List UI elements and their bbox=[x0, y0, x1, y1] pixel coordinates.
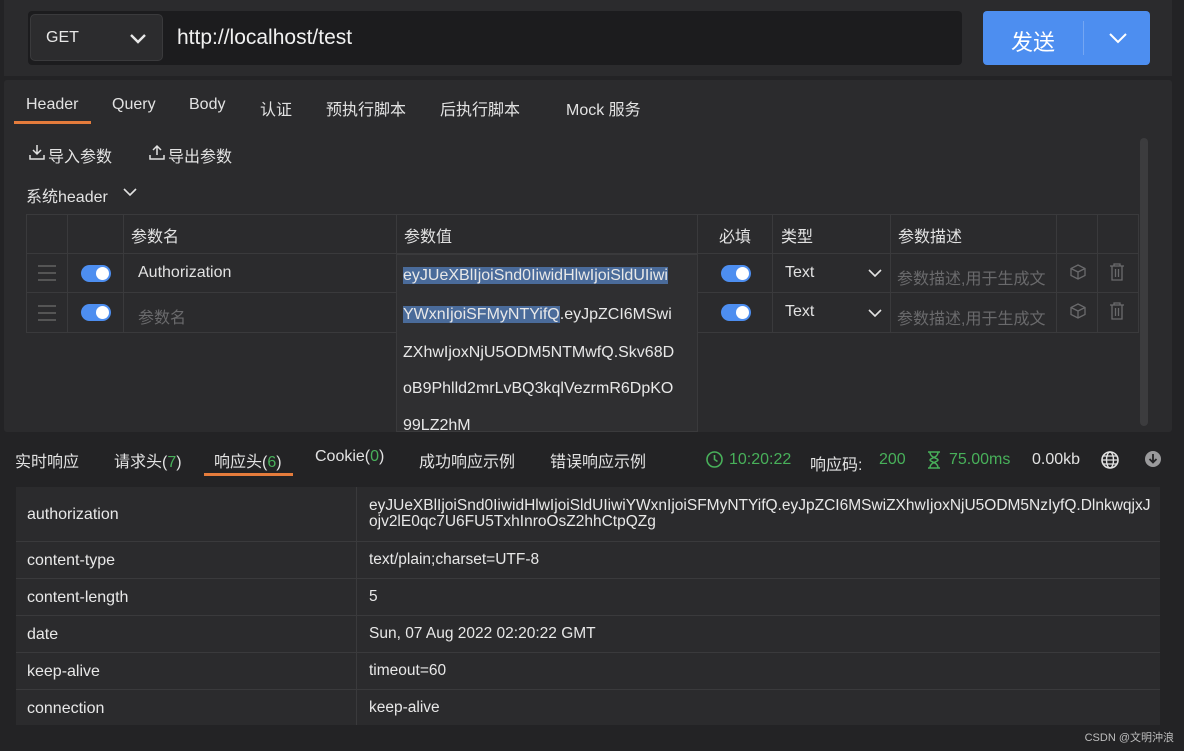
header-value: text/plain;charset=UTF-8 bbox=[369, 551, 540, 568]
header-key: content-type bbox=[27, 552, 116, 569]
table-row: connection keep-alive bbox=[16, 690, 1160, 725]
value-line: oB9Phlld2mrLvBQ3kqlVezrmR6DpKO bbox=[403, 380, 674, 397]
system-header-toggle[interactable]: 系统header bbox=[26, 183, 108, 207]
tab-request-headers[interactable]: 请求头(7) bbox=[114, 448, 182, 472]
tab-success-example[interactable]: 成功响应示例 bbox=[419, 448, 515, 472]
chevron-down-icon[interactable] bbox=[121, 184, 139, 200]
url-box bbox=[28, 11, 962, 65]
cube-icon[interactable] bbox=[1069, 263, 1087, 281]
param-name-input[interactable]: Authorization bbox=[138, 264, 231, 282]
col-divider bbox=[890, 214, 891, 332]
param-value-textarea[interactable]: eyJUeXBlIjoiSnd0IiwidHlwIjoiSldUIiwi YWx… bbox=[396, 254, 698, 432]
url-input[interactable]: http://localhost/test bbox=[177, 26, 352, 50]
header-key: content-length bbox=[27, 589, 129, 606]
table-row: authorization eyJUeXBlIjoiSnd0IiwidHlwIj… bbox=[16, 487, 1160, 542]
tab-cookie[interactable]: Cookie(0) bbox=[315, 448, 384, 466]
response-size: 0.00kb bbox=[1032, 451, 1081, 468]
table-row: content-length 5 bbox=[16, 579, 1160, 616]
send-button[interactable]: 发送 bbox=[1011, 25, 1055, 57]
status-code: 200 bbox=[879, 451, 906, 468]
header-value: keep-alive bbox=[369, 699, 440, 716]
export-params-button[interactable]: 导出参数 bbox=[168, 143, 232, 167]
tab-realtime-response[interactable]: 实时响应 bbox=[15, 448, 79, 472]
col-divider bbox=[1138, 214, 1139, 332]
tab-response-headers[interactable]: 响应头(6) bbox=[214, 448, 282, 472]
col-divider bbox=[356, 487, 357, 725]
col-divider bbox=[67, 214, 68, 332]
download-icon[interactable] bbox=[1143, 449, 1163, 469]
drag-handle-icon[interactable] bbox=[38, 305, 56, 321]
tab-query[interactable]: Query bbox=[112, 96, 156, 114]
send-divider bbox=[1083, 21, 1084, 55]
col-divider bbox=[123, 214, 124, 332]
globe-icon[interactable] bbox=[1100, 450, 1120, 470]
type-select[interactable]: Text bbox=[785, 264, 814, 282]
trash-icon[interactable] bbox=[1108, 262, 1126, 282]
table-row: content-type text/plain;charset=UTF-8 bbox=[16, 542, 1160, 579]
enable-toggle[interactable] bbox=[81, 304, 111, 321]
value-line: YWxnIjoiSFMyNTYifQ.eyJpZCI6MSwi bbox=[403, 306, 672, 323]
col-divider bbox=[26, 214, 27, 332]
type-select[interactable]: Text bbox=[785, 303, 814, 321]
param-desc-input[interactable]: 参数描述,用于生成文 bbox=[897, 265, 1045, 289]
col-header-name: 参数名 bbox=[131, 229, 180, 246]
col-divider bbox=[1056, 214, 1057, 332]
header-value: eyJUeXBlIjoiSnd0IiwidHlwIjoiSldUIiwiYWxn… bbox=[369, 497, 1151, 530]
header-key: keep-alive bbox=[27, 663, 100, 680]
value-line: 99LZ2hM bbox=[403, 417, 471, 432]
col-header-type: 类型 bbox=[781, 229, 814, 246]
response-headers-table: authorization eyJUeXBlIjoiSnd0IiwidHlwIj… bbox=[16, 487, 1160, 725]
col-header-description: 参数描述 bbox=[898, 229, 963, 246]
response-duration: 75.00ms bbox=[949, 451, 1011, 468]
header-key: date bbox=[27, 626, 59, 643]
tab-header[interactable]: Header bbox=[26, 96, 78, 114]
table-row: date Sun, 07 Aug 2022 02:20:22 GMT bbox=[16, 616, 1160, 653]
method-select[interactable]: GET bbox=[30, 14, 163, 61]
tab-pre-script[interactable]: 预执行脚本 bbox=[326, 96, 406, 120]
request-scrollbar[interactable] bbox=[1140, 138, 1148, 426]
export-icon bbox=[149, 144, 165, 160]
col-header-value: 参数值 bbox=[404, 229, 453, 246]
header-value: 5 bbox=[369, 588, 378, 605]
required-toggle[interactable] bbox=[721, 265, 751, 282]
response-time: 10:20:22 bbox=[729, 451, 792, 468]
header-value: Sun, 07 Aug 2022 02:20:22 GMT bbox=[369, 625, 596, 642]
hourglass-icon bbox=[928, 451, 940, 469]
status-label: 响应码: bbox=[810, 457, 863, 474]
clock-icon bbox=[706, 451, 723, 468]
col-divider bbox=[772, 214, 773, 332]
table-row: keep-alive timeout=60 bbox=[16, 653, 1160, 690]
send-dropdown-chevron-icon[interactable] bbox=[1107, 29, 1129, 47]
value-line: eyJUeXBlIjoiSnd0IiwidHlwIjoiSldUIiwi bbox=[403, 267, 668, 284]
tab-post-script[interactable]: 后执行脚本 bbox=[440, 96, 520, 120]
tab-auth[interactable]: 认证 bbox=[260, 96, 292, 120]
required-toggle[interactable] bbox=[721, 304, 751, 321]
chevron-down-icon bbox=[130, 34, 146, 44]
drag-handle-icon[interactable] bbox=[38, 265, 56, 281]
active-tab-indicator bbox=[14, 121, 91, 124]
chevron-down-icon[interactable] bbox=[867, 306, 883, 320]
tab-body[interactable]: Body bbox=[189, 96, 225, 114]
enable-toggle[interactable] bbox=[81, 265, 111, 282]
tab-mock[interactable]: Mock 服务 bbox=[566, 96, 641, 120]
header-key: authorization bbox=[27, 506, 119, 523]
header-key: connection bbox=[27, 700, 105, 717]
header-value: timeout=60 bbox=[369, 662, 447, 679]
active-tab-indicator bbox=[204, 473, 293, 476]
param-desc-input[interactable]: 参数描述,用于生成文 bbox=[897, 305, 1045, 329]
import-params-button[interactable]: 导入参数 bbox=[48, 143, 112, 167]
import-icon bbox=[29, 145, 45, 160]
col-divider bbox=[1097, 214, 1098, 332]
value-line: ZXhwIjoxNjU5ODM5NTMwfQ.Skv68D bbox=[403, 344, 675, 361]
method-label: GET bbox=[46, 29, 79, 46]
param-name-input[interactable]: 参数名 bbox=[138, 304, 186, 328]
tab-error-example[interactable]: 错误响应示例 bbox=[550, 448, 646, 472]
chevron-down-icon[interactable] bbox=[867, 266, 883, 280]
send-button-group: 发送 bbox=[983, 11, 1150, 65]
cube-icon[interactable] bbox=[1069, 302, 1087, 320]
watermark: CSDN @文明沖浪 bbox=[1084, 732, 1174, 744]
trash-icon[interactable] bbox=[1108, 301, 1126, 321]
col-header-required: 必填 bbox=[719, 229, 752, 246]
table-header-row bbox=[26, 214, 1139, 254]
